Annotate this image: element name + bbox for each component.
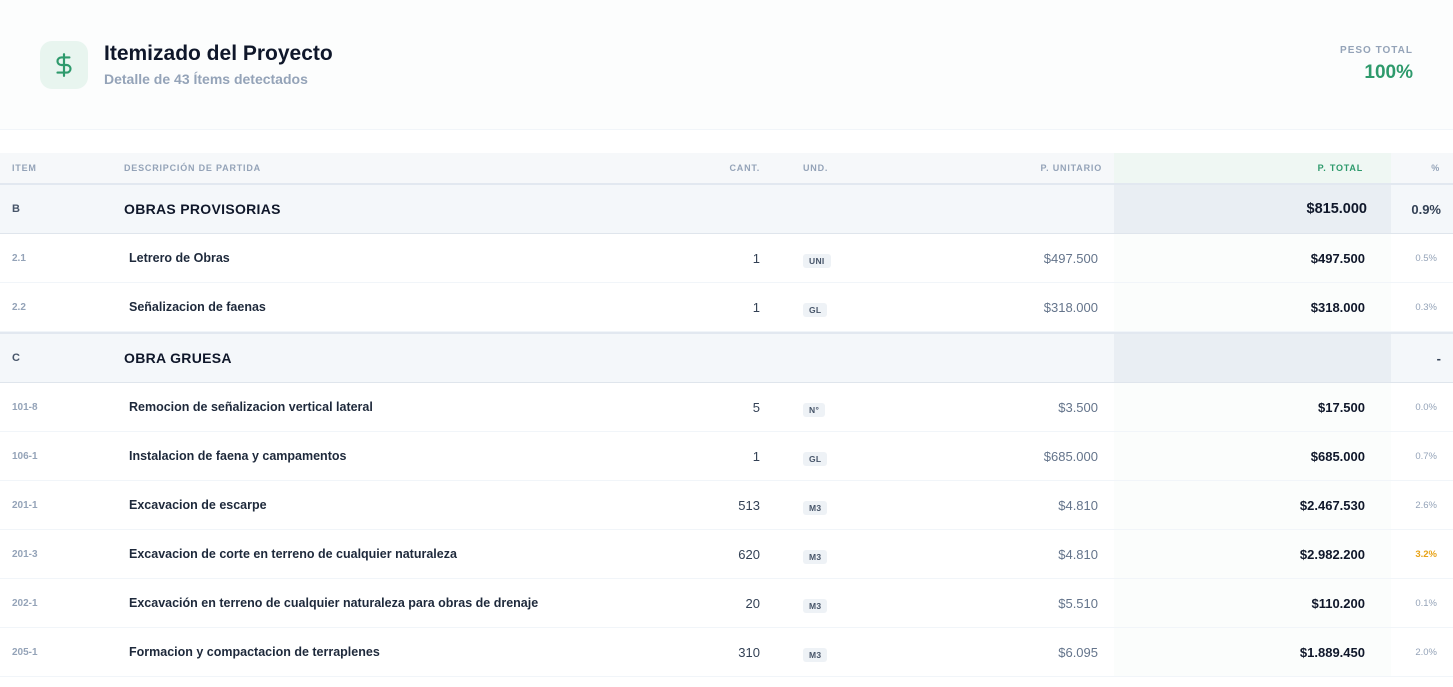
item-pct: 0.3% xyxy=(1415,301,1437,313)
section-pct: 0.9% xyxy=(1411,201,1441,217)
item-desc: Excavación en terreno de cualquier natur… xyxy=(129,596,539,610)
item-code: 101-8 xyxy=(12,401,38,413)
item-ptotal: $685.000 xyxy=(1114,432,1391,480)
item-cant: 1 xyxy=(752,250,760,266)
item-desc: Formacion y compactacion de terraplenes xyxy=(129,645,380,659)
table-row[interactable]: 201-1 Excavacion de escarpe 513 M3 $4.81… xyxy=(0,481,1453,530)
item-cant: 1 xyxy=(752,299,760,315)
item-und-cell: UNI xyxy=(803,234,883,282)
item-cant: 310 xyxy=(738,644,760,660)
item-punit: $685.000 xyxy=(1043,448,1098,464)
item-code: 201-1 xyxy=(12,499,38,511)
col-header-item[interactable]: ITEM xyxy=(12,153,112,183)
unit-badge: N° xyxy=(803,403,826,417)
item-pct: 0.7% xyxy=(1415,450,1437,462)
section-total: $815.000 xyxy=(1114,185,1391,233)
unit-badge: M3 xyxy=(803,550,828,564)
col-header-pct[interactable]: % xyxy=(1391,153,1453,183)
item-und-cell: M3 xyxy=(803,628,883,676)
table-row[interactable]: 101-8 Remocion de señalizacion vertical … xyxy=(0,383,1453,432)
item-pct: 0.5% xyxy=(1415,252,1437,264)
unit-badge: M3 xyxy=(803,599,828,613)
item-code: 106-1 xyxy=(12,450,38,462)
item-pct: 3.2% xyxy=(1415,548,1437,560)
items-table: ITEM DESCRIPCIÓN DE PARTIDA CANT. UND. P… xyxy=(0,153,1453,677)
dollar-icon xyxy=(40,41,88,89)
item-pct: 2.6% xyxy=(1415,499,1437,511)
item-desc: Letrero de Obras xyxy=(129,251,230,265)
section-code: C xyxy=(12,352,20,364)
section-row[interactable]: C OBRA GRUESA - xyxy=(0,332,1453,383)
item-pct: 2.0% xyxy=(1415,646,1437,658)
item-und-cell: N° xyxy=(803,383,883,431)
item-ptotal: $318.000 xyxy=(1114,283,1391,331)
item-code: 205-1 xyxy=(12,646,38,658)
col-header-desc[interactable]: DESCRIPCIÓN DE PARTIDA xyxy=(124,153,684,183)
item-desc: Excavacion de escarpe xyxy=(129,498,267,512)
item-punit: $3.500 xyxy=(1058,399,1098,415)
item-punit: $4.810 xyxy=(1058,546,1098,562)
item-punit: $318.000 xyxy=(1043,299,1098,315)
table-row[interactable]: 2.2 Señalizacion de faenas 1 GL $318.000… xyxy=(0,283,1453,332)
item-ptotal: $1.889.450 xyxy=(1114,628,1391,676)
section-total xyxy=(1114,334,1391,382)
unit-badge: GL xyxy=(803,452,828,466)
item-punit: $4.810 xyxy=(1058,497,1098,513)
item-code: 201-3 xyxy=(12,548,38,560)
item-cant: 513 xyxy=(738,497,760,513)
unit-badge: GL xyxy=(803,303,828,317)
item-punit: $5.510 xyxy=(1058,595,1098,611)
col-header-punit[interactable]: P. UNITARIO xyxy=(920,153,1102,183)
item-code: 2.2 xyxy=(12,301,26,313)
peso-total-value: 100% xyxy=(1364,62,1413,83)
unit-badge: M3 xyxy=(803,501,828,515)
item-cant: 1 xyxy=(752,448,760,464)
item-code: 202-1 xyxy=(12,597,38,609)
item-ptotal: $497.500 xyxy=(1114,234,1391,282)
item-desc: Excavacion de corte en terreno de cualqu… xyxy=(129,547,457,561)
item-cant: 20 xyxy=(745,595,760,611)
item-ptotal: $17.500 xyxy=(1114,383,1391,431)
unit-badge: UNI xyxy=(803,254,831,268)
section-pct: - xyxy=(1436,350,1441,366)
table-row[interactable]: 106-1 Instalacion de faena y campamentos… xyxy=(0,432,1453,481)
item-cant: 5 xyxy=(752,399,760,415)
table-row[interactable]: 2.1 Letrero de Obras 1 UNI $497.500 $497… xyxy=(0,234,1453,283)
item-und-cell: GL xyxy=(803,432,883,480)
item-cant: 620 xyxy=(738,546,760,562)
header: Itemizado del Proyecto Detalle de 43 Íte… xyxy=(0,0,1453,130)
item-ptotal: $110.200 xyxy=(1114,579,1391,627)
item-desc: Señalizacion de faenas xyxy=(129,300,266,314)
table-row[interactable]: 202-1 Excavación en terreno de cualquier… xyxy=(0,579,1453,628)
section-row[interactable]: B OBRAS PROVISORIAS $815.000 0.9% xyxy=(0,185,1453,234)
item-desc: Instalacion de faena y campamentos xyxy=(129,449,347,463)
section-name: OBRAS PROVISORIAS xyxy=(124,201,281,217)
page-subtitle: Detalle de 43 Ítems detectados xyxy=(104,71,308,87)
item-ptotal: $2.467.530 xyxy=(1114,481,1391,529)
item-pct: 0.0% xyxy=(1415,401,1437,413)
table-row[interactable]: 201-3 Excavacion de corte en terreno de … xyxy=(0,530,1453,579)
section-code: B xyxy=(12,203,20,215)
table-row[interactable]: 205-1 Formacion y compactacion de terrap… xyxy=(0,628,1453,677)
item-punit: $6.095 xyxy=(1058,644,1098,660)
item-und-cell: M3 xyxy=(803,530,883,578)
peso-total-label: PESO TOTAL xyxy=(1340,45,1413,56)
item-pct: 0.1% xyxy=(1415,597,1437,609)
page-title: Itemizado del Proyecto xyxy=(104,42,333,65)
item-desc: Remocion de señalizacion vertical latera… xyxy=(129,400,373,414)
col-header-ptotal[interactable]: P. TOTAL xyxy=(1114,153,1391,183)
section-name: OBRA GRUESA xyxy=(124,350,232,366)
item-punit: $497.500 xyxy=(1043,250,1098,266)
table-header: ITEM DESCRIPCIÓN DE PARTIDA CANT. UND. P… xyxy=(0,153,1453,185)
item-ptotal: $2.982.200 xyxy=(1114,530,1391,578)
item-und-cell: M3 xyxy=(803,579,883,627)
item-code: 2.1 xyxy=(12,252,26,264)
col-header-und[interactable]: UND. xyxy=(803,153,883,183)
item-und-cell: GL xyxy=(803,283,883,331)
unit-badge: M3 xyxy=(803,648,828,662)
item-und-cell: M3 xyxy=(803,481,883,529)
col-header-cant[interactable]: CANT. xyxy=(640,153,760,183)
